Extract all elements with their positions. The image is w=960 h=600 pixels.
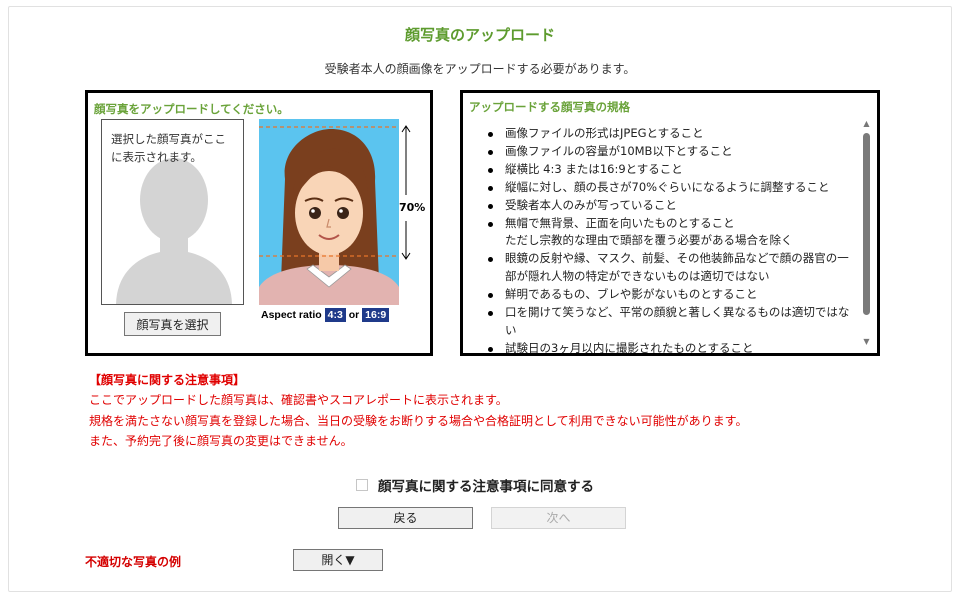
rule-item: 無帽で無背景、正面を向いたものとすることただし宗教的な理由で頭部を覆う必要がある… <box>485 215 855 251</box>
rule-text: 無帽で無背景、正面を向いたものとすること <box>505 215 735 230</box>
scroll-down-icon[interactable]: ▼ <box>862 337 871 347</box>
rule-item: 口を開けて笑うなど、平常の顔貌と著しく異なるものは適切ではない <box>485 304 855 340</box>
page-subtitle: 受験者本人の顔画像をアップロードする必要があります。 <box>324 62 636 76</box>
aspect-ratio-or: or <box>348 309 360 321</box>
aspect-ratio-4-3: 4:3 <box>324 308 346 322</box>
select-photo-button[interactable]: 顔写真を選択 <box>124 312 221 336</box>
rule-text: 縦横比 4:3 または16:9とすること <box>505 161 683 176</box>
rule-text: 画像ファイルの形式はJPEGとすること <box>505 126 704 140</box>
agreement-row[interactable]: 顔写真に関する注意事項に同意する <box>356 475 594 495</box>
rule-text: 受験者本人のみが写っていること <box>505 197 677 212</box>
rule-item: 試験日の3ヶ月以内に撮影されたものとすること <box>485 340 855 355</box>
agree-checkbox[interactable] <box>356 479 368 491</box>
rule-item: 眼鏡の反射や縁、マスク、前髪、その他装飾品などで顔の器官の一部が隠れ人物の特定が… <box>485 250 855 286</box>
scroll-thumb[interactable] <box>863 133 870 315</box>
notice-line: 規格を満たさない顔写真を登録した場合、当日の受験をお断りする場合や合格証明として… <box>89 413 748 428</box>
scroll-up-icon[interactable]: ▲ <box>862 119 871 129</box>
next-button[interactable]: 次へ <box>491 507 626 529</box>
notice-heading: 【顔写真に関する注意事項】 <box>89 373 246 387</box>
face-ratio-label: 70% <box>399 201 426 214</box>
rule-text: 画像ファイルの容量が10MB以下とすること <box>505 143 733 158</box>
aspect-ratio-16-9: 16:9 <box>362 308 390 322</box>
rule-text: 試験日の3ヶ月以内に撮影されたものとすること <box>505 340 754 355</box>
upload-panel-heading: 顔写真をアップロードしてください。 <box>94 102 289 116</box>
rule-item: 縦横比 4:3 または16:9とすること <box>485 161 855 179</box>
rule-item: 画像ファイルの形式はJPEGとすること <box>485 125 855 143</box>
aspect-ratio-prefix: Aspect ratio <box>261 309 322 321</box>
photo-rules-heading: アップロードする顔写真の規格 <box>469 100 630 114</box>
notice-line: また、予約完了後に顔写真の変更はできません。 <box>89 434 353 449</box>
rules-scrollbar[interactable]: ▲ ▼ <box>862 119 871 347</box>
rule-text: 眼鏡の反射や縁、マスク、前髪、その他装飾品などで顔の器官の一部が隠れ人物の特定が… <box>505 251 849 284</box>
notice-line: ここでアップロードした顔写真は、確認書やスコアレポートに表示されます。 <box>89 393 508 408</box>
rule-text: 鮮明であるもの、ブレや影がないものとすること <box>505 287 758 302</box>
rule-item: 鮮明であるもの、ブレや影がないものとすること <box>485 286 855 304</box>
bad-photo-examples-label: 不適切な写真の例 <box>85 555 182 569</box>
photo-preview-area: 選択した顔写真がここに表示されます。 <box>101 119 244 305</box>
back-button[interactable]: 戻る <box>338 507 473 529</box>
open-examples-button[interactable]: 開く▼ <box>293 549 383 571</box>
rule-text: 縦幅に対し、顔の長さが70%ぐらいになるように調整すること <box>505 179 830 194</box>
rule-item: 受験者本人のみが写っていること <box>485 197 855 215</box>
photo-rules-panel[interactable]: アップロードする顔写真の規格 画像ファイルの形式はJPEGとすること 画像ファイル… <box>460 90 880 356</box>
rule-item: 縦幅に対し、顔の長さが70%ぐらいになるように調整すること <box>485 179 855 197</box>
agree-label[interactable]: 顔写真に関する注意事項に同意する <box>378 475 594 495</box>
upload-panel: 顔写真をアップロードしてください。 選択した顔写真がここに表示されます。 顔写真… <box>85 90 433 356</box>
photo-rules-list: 画像ファイルの形式はJPEGとすること画像ファイルの容量が10MB以下とすること… <box>485 125 855 355</box>
preview-placeholder-text: 選択した顔写真がここに表示されます。 <box>111 132 226 164</box>
photo-notice: 【顔写真に関する注意事項】 ここでアップロードした顔写真は、確認書やスコアレポー… <box>89 370 747 452</box>
sample-face-photo <box>259 119 399 305</box>
rule-text: 口を開けて笑うなど、平常の顔貌と著しく異なるものは適切ではない <box>505 305 850 337</box>
page-title: 顔写真のアップロード <box>404 26 555 44</box>
aspect-ratio-caption: Aspect ratio 4:3 or 16:9 <box>261 308 390 322</box>
rule-item: 画像ファイルの容量が10MB以下とすること <box>485 143 855 161</box>
rule-subtext: ただし宗教的な理由で頭部を覆う必要がある場合を除く <box>505 233 793 248</box>
